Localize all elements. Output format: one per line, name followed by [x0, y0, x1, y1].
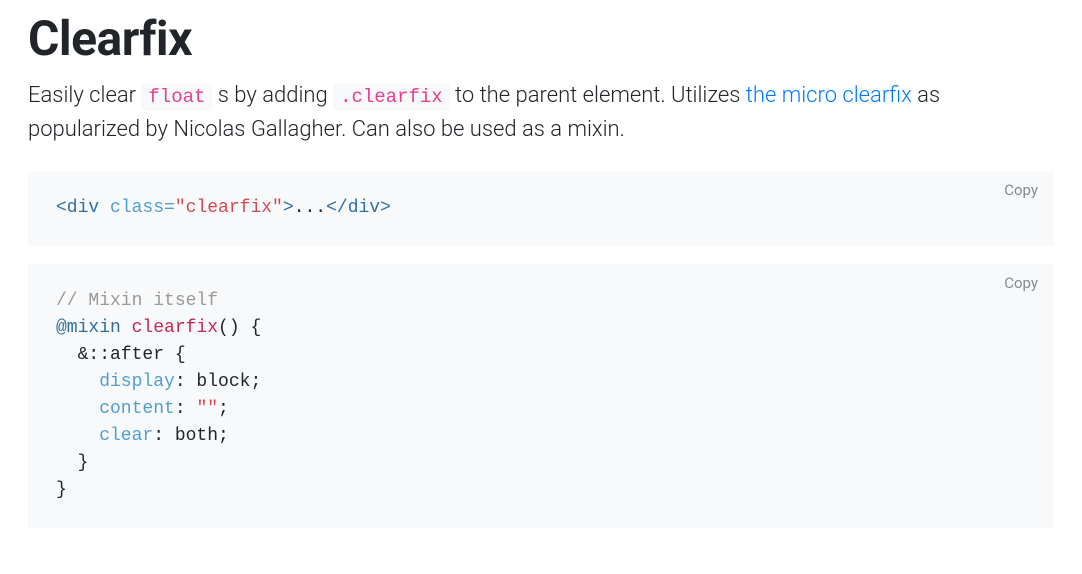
code-token: ::after {	[88, 345, 185, 365]
code-token: "clearfix"	[175, 198, 283, 218]
intro-text: to the parent element. Utilizes	[450, 83, 746, 108]
code-token: &	[56, 345, 88, 365]
micro-clearfix-link[interactable]: the micro clearfix	[746, 83, 912, 108]
code-token: : block;	[175, 372, 261, 392]
code-token: ()	[218, 318, 240, 338]
code-token: <div	[56, 198, 99, 218]
copy-button[interactable]: Copy	[1004, 274, 1038, 292]
code-token: ;	[218, 399, 229, 419]
scss-mixin-code-block: Copy // Mixin itself @mixin clearfix() {…	[28, 264, 1054, 528]
code-token: }	[56, 453, 88, 473]
code-token: ""	[196, 399, 218, 419]
intro-text: s by adding	[212, 83, 333, 108]
code-content: // Mixin itself @mixin clearfix() { &::a…	[56, 288, 1026, 504]
code-token: @mixin	[56, 318, 121, 338]
code-token: clear	[56, 426, 153, 446]
code-token: content	[56, 399, 175, 419]
code-token: :	[175, 399, 197, 419]
code-token: // Mixin itself	[56, 291, 218, 311]
code-token: class=	[110, 198, 175, 218]
code-token: </div>	[326, 198, 391, 218]
clearfix-class-code: .clearfix	[333, 83, 450, 111]
float-code: float	[141, 83, 212, 111]
code-content: <div class="clearfix">...</div>	[56, 195, 1026, 222]
page-title: Clearfix	[28, 10, 1054, 67]
code-token: : both;	[153, 426, 229, 446]
code-token: {	[240, 318, 262, 338]
html-usage-code-block: Copy <div class="clearfix">...</div>	[28, 171, 1054, 246]
code-token: }	[56, 480, 67, 500]
code-token: ...	[294, 198, 326, 218]
intro-text: Easily clear	[28, 83, 141, 108]
code-token: clearfix	[121, 318, 218, 338]
intro-paragraph: Easily clear float s by adding .clearfix…	[28, 79, 1054, 147]
code-token: display	[56, 372, 175, 392]
code-token: >	[283, 198, 294, 218]
copy-button[interactable]: Copy	[1004, 181, 1038, 199]
